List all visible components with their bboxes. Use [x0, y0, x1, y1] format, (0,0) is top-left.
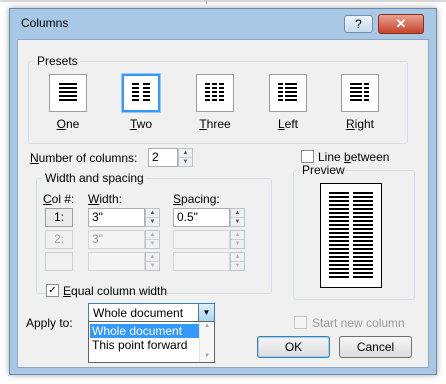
preset-three-label: Three — [199, 117, 231, 131]
spin-up-icon: ▲ — [231, 231, 244, 240]
spacing-header: Spacing: — [173, 192, 220, 206]
close-button[interactable]: ✕ — [378, 14, 424, 34]
scroll-up-icon[interactable]: ▲ — [200, 323, 214, 329]
col-number-header: Col #: — [43, 192, 75, 206]
column-2-button: 2: — [45, 230, 73, 249]
ok-button[interactable]: OK — [257, 336, 330, 358]
column-2-width-spinner: ▲ ▼ — [145, 230, 160, 249]
dropdown-scrollbar[interactable]: ▲ ▼ — [199, 322, 214, 362]
apply-to-option-this-point-forward[interactable]: This point forward — [90, 338, 200, 352]
preset-three[interactable]: Three — [195, 74, 235, 131]
preview-text-columns — [329, 192, 373, 280]
number-of-columns-spinner[interactable]: ▲ ▼ — [178, 148, 193, 167]
width-header: Width: — [88, 192, 123, 206]
width-spacing-group-label: Width and spacing — [43, 171, 146, 185]
column-3-width-input — [88, 252, 145, 271]
column-3-spacing-input — [173, 252, 230, 271]
preset-two-label: Two — [129, 117, 152, 131]
preset-one[interactable]: One — [48, 74, 88, 131]
background-strip — [0, 0, 446, 2]
preset-two-icon — [121, 73, 161, 113]
dialog-title: Columns — [21, 16, 69, 30]
start-new-column-label: Start new column — [312, 316, 405, 330]
background-tick — [206, 0, 207, 4]
column-2-spacing-input — [173, 230, 230, 249]
spin-up-icon: ▲ — [146, 253, 159, 262]
preset-two[interactable]: Two — [121, 73, 161, 131]
apply-to-value: Whole document — [93, 306, 184, 320]
preset-right-icon — [341, 74, 379, 112]
spin-down-icon: ▼ — [149, 241, 156, 247]
preset-one-label: One — [56, 117, 80, 131]
line-between-checkbox[interactable] — [301, 150, 314, 163]
dialog-body: Presets One Two Three Left Right Number … — [17, 39, 429, 368]
column-1-spacing-input[interactable]: 0.5" — [173, 208, 230, 227]
preview-page — [320, 183, 382, 288]
column-1-spacing-spinner[interactable]: ▲ ▼ — [230, 208, 245, 227]
column-3-spacing-spinner: ▲ ▼ — [230, 252, 245, 271]
preset-left-label: Left — [277, 117, 299, 131]
preset-right-label: Right — [345, 117, 375, 131]
help-button[interactable]: ? — [344, 15, 373, 33]
column-2-spacing-spinner: ▲ ▼ — [230, 230, 245, 249]
column-3-width-spinner: ▲ ▼ — [145, 252, 160, 271]
spin-up-icon: ▲ — [231, 253, 244, 262]
presets-group-label: Presets — [35, 54, 80, 68]
equal-column-width-checkbox[interactable]: ✓ — [46, 284, 59, 297]
preset-left[interactable]: Left — [268, 74, 308, 131]
preset-three-icon — [196, 74, 234, 112]
column-2-width-input: 3" — [88, 230, 145, 249]
column-1-width-spinner[interactable]: ▲ ▼ — [145, 208, 160, 227]
cancel-button[interactable]: Cancel — [339, 336, 412, 358]
spin-up-icon: ▲ — [146, 231, 159, 240]
equal-column-width-label: Equal column width — [63, 284, 168, 298]
columns-dialog: Columns ? ✕ Presets One Two Three Left R… — [9, 8, 437, 375]
spin-down-icon[interactable]: ▼ — [231, 218, 244, 226]
spin-up-icon[interactable]: ▲ — [146, 209, 159, 218]
apply-to-dropdown-list: Whole document This point forward ▲ ▼ — [88, 321, 215, 363]
spin-down-icon: ▼ — [234, 241, 241, 247]
number-of-columns-label: Number of columns: — [30, 151, 138, 165]
spin-up-icon[interactable]: ▲ — [231, 209, 244, 218]
spin-down-icon[interactable]: ▼ — [179, 158, 192, 166]
column-3-button — [45, 252, 73, 271]
spin-up-icon[interactable]: ▲ — [179, 149, 192, 158]
scroll-down-icon[interactable]: ▼ — [200, 353, 214, 359]
apply-to-combobox[interactable]: Whole document ▼ — [88, 303, 215, 322]
start-new-column-checkbox — [294, 316, 307, 329]
column-1-width-input[interactable]: 3" — [88, 208, 145, 227]
title-bar[interactable]: Columns ? ✕ — [10, 9, 436, 39]
preview-group-label: Preview — [300, 163, 347, 177]
presets-group: Presets One Two Three Left Right — [28, 54, 408, 144]
spin-down-icon[interactable]: ▼ — [146, 218, 159, 226]
chevron-down-icon[interactable]: ▼ — [198, 304, 214, 321]
checkmark-icon: ✓ — [48, 285, 57, 296]
spin-down-icon: ▼ — [149, 263, 156, 269]
apply-to-option-whole-document[interactable]: Whole document — [90, 324, 200, 338]
column-1-button[interactable]: 1: — [45, 208, 73, 227]
line-between-label: Line between — [318, 150, 390, 164]
number-of-columns-input[interactable]: 2 — [148, 148, 178, 167]
preset-left-icon — [269, 74, 307, 112]
preset-right[interactable]: Right — [340, 74, 380, 131]
spin-down-icon: ▼ — [234, 263, 241, 269]
preset-one-icon — [49, 74, 87, 112]
apply-to-label: Apply to: — [26, 316, 73, 330]
